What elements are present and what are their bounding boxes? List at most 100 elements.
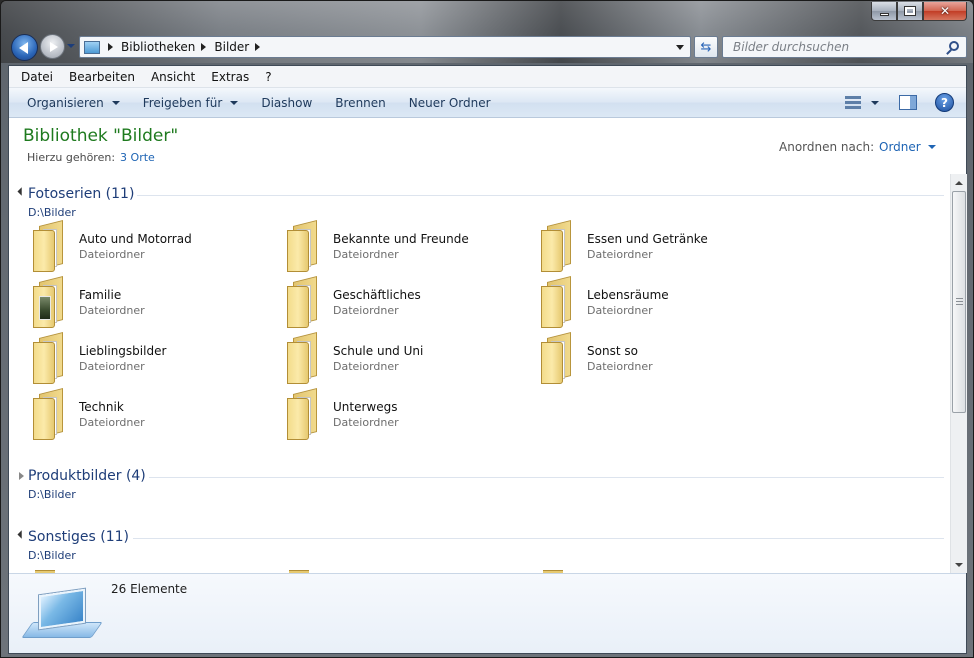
item-type: Dateiordner <box>79 248 145 261</box>
item-type: Dateiordner <box>333 416 399 429</box>
item-name: Auto und Motorrad <box>79 232 192 246</box>
folder-item[interactable]: Lebensräume Dateiordner <box>537 276 777 332</box>
group-path[interactable]: D:\Bilder <box>28 549 76 562</box>
close-button[interactable]: ✕ <box>923 2 967 21</box>
maximize-icon <box>904 6 916 16</box>
folder-item[interactable]: Lieblingsbilder Dateiordner <box>29 332 269 388</box>
help-icon[interactable]: ? <box>935 93 954 112</box>
includes-locations-link[interactable]: 3 Orte <box>120 151 155 164</box>
menu-file[interactable]: Datei <box>13 70 61 84</box>
group-collapse-icon[interactable] <box>17 530 26 539</box>
vertical-scrollbar[interactable] <box>950 174 967 573</box>
view-options-dropdown[interactable] <box>871 101 879 105</box>
chevron-down-icon <box>111 100 120 105</box>
organize-button[interactable]: Organisieren <box>19 96 135 110</box>
item-count: 26 Elemente <box>111 582 188 596</box>
scroll-down-button[interactable] <box>951 556 967 573</box>
scroll-up-button[interactable] <box>951 174 967 191</box>
burn-label: Brennen <box>335 95 386 110</box>
folder-item[interactable]: Familie Dateiordner <box>29 276 269 332</box>
breadcrumb-chevron-icon[interactable] <box>255 43 261 51</box>
burn-button[interactable]: Brennen <box>327 96 400 110</box>
group-path[interactable]: D:\Bilder <box>28 206 76 219</box>
group-collapse-icon[interactable] <box>17 187 26 196</box>
folder-icon <box>539 220 573 272</box>
back-button[interactable] <box>11 34 38 61</box>
slideshow-button[interactable]: Diashow <box>253 96 327 110</box>
group-header-sonstiges[interactable]: Sonstiges (11) <box>9 529 950 547</box>
search-placeholder[interactable]: Bilder durchsuchen <box>733 40 849 54</box>
address-bar[interactable]: Bibliotheken Bilder <box>79 36 691 58</box>
folder-item[interactable]: Auto und Motorrad Dateiordner <box>29 220 269 276</box>
folder-icon <box>31 388 65 440</box>
change-view-icon[interactable] <box>845 95 861 111</box>
arrange-by-dropdown[interactable]: Ordner <box>879 140 936 154</box>
folder-icon <box>539 276 573 328</box>
details-pane: 26 Elemente <box>9 573 966 653</box>
menu-edit[interactable]: Bearbeiten <box>61 70 143 84</box>
share-label: Freigeben für <box>142 95 223 110</box>
item-type: Dateiordner <box>333 304 399 317</box>
file-list: Fotoserien (11) D:\Bilder Auto und Motor… <box>9 174 950 573</box>
folder-item[interactable]: Sonst so Dateiordner <box>537 332 777 388</box>
folder-icon <box>539 332 573 384</box>
group-divider <box>133 538 944 539</box>
recent-pages-dropdown[interactable] <box>67 44 75 48</box>
group-divider <box>149 477 944 478</box>
group-title: Produktbilder (4) <box>28 468 146 484</box>
chevron-down-icon <box>230 100 239 105</box>
chevron-down-icon <box>927 145 936 149</box>
folder-item[interactable]: Unterwegs Dateiordner <box>283 388 523 444</box>
folder-icon <box>285 332 319 384</box>
group-header-produktbilder[interactable]: Produktbilder (4) <box>9 468 950 486</box>
group-header-fotoserien[interactable]: Fotoserien (11) <box>9 186 950 204</box>
maximize-button[interactable] <box>897 2 923 21</box>
group-title: Fotoserien (11) <box>28 186 135 202</box>
folder-item[interactable]: Technik Dateiordner <box>29 388 269 444</box>
item-name: Geschäftliches <box>333 288 421 302</box>
forward-button[interactable] <box>40 34 65 59</box>
group-expand-icon[interactable] <box>19 472 24 480</box>
pictures-library-icon <box>21 588 103 644</box>
item-type: Dateiordner <box>587 304 653 317</box>
menu-help[interactable]: ? <box>257 70 279 84</box>
folder-icon <box>31 332 65 384</box>
minimize-button[interactable] <box>871 2 897 21</box>
chevron-up-icon <box>955 180 963 185</box>
explorer-window: ✕ Bibliotheken Bilder ⇆ Bilder durchsuch… <box>0 0 974 658</box>
new-folder-button[interactable]: Neuer Ordner <box>401 96 506 110</box>
item-type: Dateiordner <box>587 360 653 373</box>
group-divider <box>137 195 944 196</box>
breadcrumb-libraries[interactable]: Bibliotheken <box>121 40 195 54</box>
scroll-thumb[interactable] <box>952 191 966 413</box>
minimize-icon <box>879 12 889 16</box>
address-history-dropdown[interactable] <box>676 45 684 50</box>
breadcrumb-chevron-icon[interactable] <box>108 43 113 51</box>
refresh-button[interactable]: ⇆ <box>694 36 718 58</box>
item-type: Dateiordner <box>79 416 145 429</box>
library-header: Bibliothek "Bilder" Hierzu gehören: 3 Ort… <box>9 118 966 174</box>
organize-label: Organisieren <box>27 95 104 110</box>
breadcrumb-chevron-icon[interactable] <box>201 43 207 51</box>
group-title: Sonstiges (11) <box>28 529 129 545</box>
item-type: Dateiordner <box>333 248 399 261</box>
menu-view[interactable]: Ansicht <box>143 70 203 84</box>
group-path[interactable]: D:\Bilder <box>28 488 76 501</box>
folder-icon <box>31 220 65 272</box>
folder-item[interactable]: Geschäftliches Dateiordner <box>283 276 523 332</box>
folder-item[interactable]: Bekannte und Freunde Dateiordner <box>283 220 523 276</box>
menu-bar: Datei Bearbeiten Ansicht Extras ? <box>9 66 966 88</box>
arrange-by-label: Anordnen nach: <box>779 140 875 154</box>
preview-pane-icon[interactable] <box>899 95 917 110</box>
close-icon: ✕ <box>939 4 951 18</box>
item-type: Dateiordner <box>587 248 653 261</box>
folder-item[interactable]: Essen und Getränke Dateiordner <box>537 220 777 276</box>
search-icon[interactable] <box>949 41 959 51</box>
item-name: Essen und Getränke <box>587 232 708 246</box>
search-box[interactable]: Bilder durchsuchen <box>722 36 967 58</box>
menu-tools[interactable]: Extras <box>203 70 257 84</box>
breadcrumb-pictures[interactable]: Bilder <box>214 40 249 54</box>
folder-item[interactable]: Schule und Uni Dateiordner <box>283 332 523 388</box>
folder-icon <box>285 388 319 440</box>
share-button[interactable]: Freigeben für <box>135 96 254 110</box>
